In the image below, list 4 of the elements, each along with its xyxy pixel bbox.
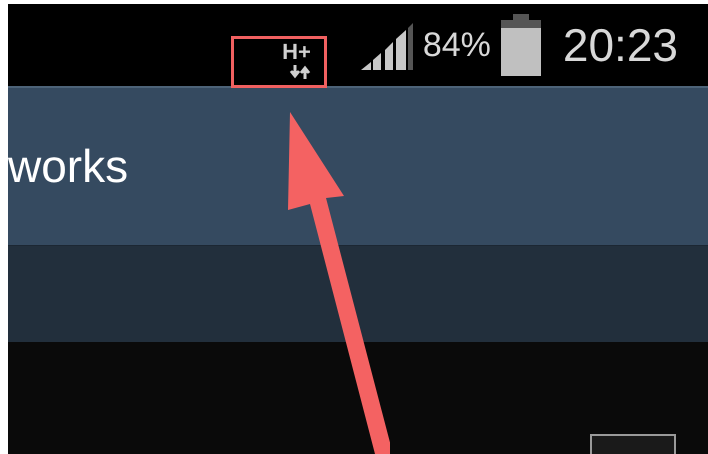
battery-percent: 84% (422, 24, 491, 66)
action-bar-title: works (8, 139, 128, 194)
network-type-label: H+ (282, 41, 311, 63)
clock-time: 20:23 (562, 18, 678, 72)
